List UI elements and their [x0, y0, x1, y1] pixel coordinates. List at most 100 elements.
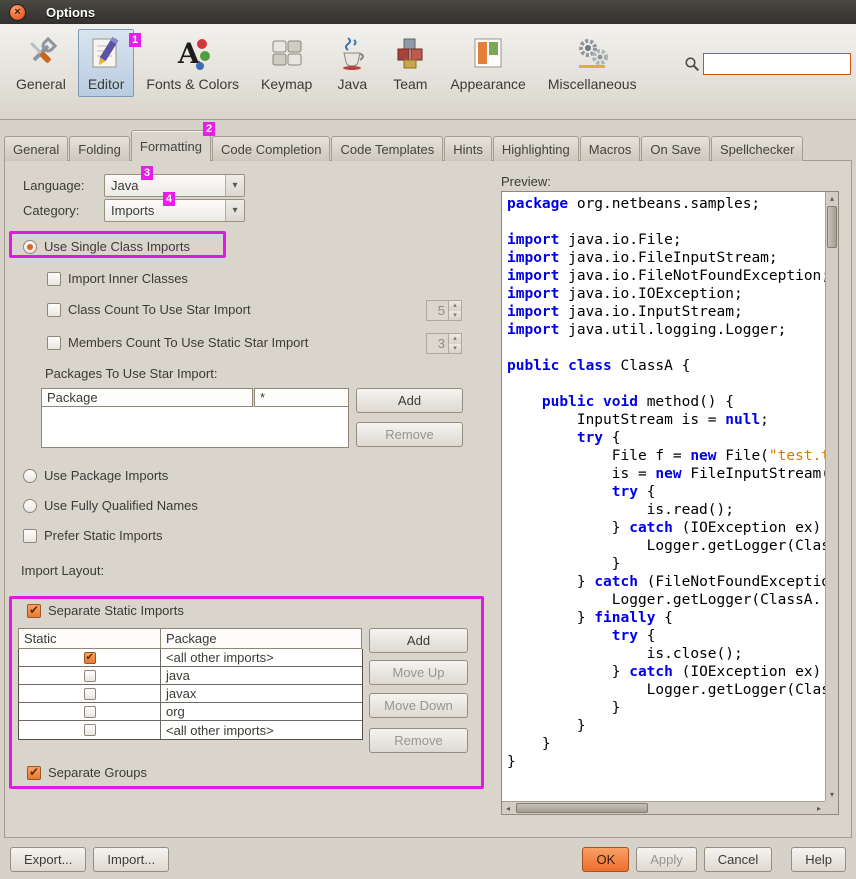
checkbox-icon[interactable] [27, 604, 41, 618]
column-header-package[interactable]: Package [41, 388, 253, 407]
tab-highlighting[interactable]: Highlighting [493, 136, 579, 161]
static-checkbox[interactable] [84, 652, 96, 664]
table-row[interactable]: java [19, 667, 362, 685]
toolbar-item-fonts-colors[interactable]: AFonts & Colors [136, 29, 249, 97]
tab-formatting[interactable]: Formatting [131, 130, 211, 161]
table-row[interactable]: javax [19, 685, 362, 703]
use-package-imports-radio[interactable]: Use Package Imports [23, 468, 168, 483]
use-fully-qualified-radio[interactable]: Use Fully Qualified Names [23, 498, 198, 513]
static-checkbox[interactable] [84, 724, 96, 736]
radio-icon[interactable] [23, 469, 37, 483]
close-button[interactable]: × [9, 4, 26, 21]
tab-spellchecker[interactable]: Spellchecker [711, 136, 803, 161]
ok-button[interactable]: OK [582, 847, 629, 872]
package-cell[interactable]: javax [161, 685, 362, 702]
cancel-button[interactable]: Cancel [704, 847, 772, 872]
toolbar-item-general[interactable]: General [6, 29, 76, 97]
static-checkbox[interactable] [84, 706, 96, 718]
package-cell[interactable]: org [161, 703, 362, 720]
table-row[interactable]: <all other imports> [19, 649, 362, 667]
apply-button[interactable]: Apply [636, 847, 697, 872]
toolbar-item-java[interactable]: Java [324, 29, 380, 97]
import-inner-classes-checkbox[interactable]: Import Inner Classes [47, 271, 188, 286]
spinner-up-icon[interactable]: ▴ [449, 334, 461, 344]
members-count-checkbox[interactable]: Members Count To Use Static Star Import [47, 335, 308, 350]
package-cell[interactable]: java [161, 667, 362, 684]
column-header-package[interactable]: Package [160, 628, 362, 649]
static-checkbox[interactable] [84, 670, 96, 682]
column-header-star[interactable]: * [254, 388, 349, 407]
horizontal-scrollbar[interactable]: ◂ ▸ [502, 801, 825, 814]
separate-groups-checkbox[interactable]: Separate Groups [27, 765, 147, 780]
checkbox-icon[interactable] [27, 766, 41, 780]
column-header-static[interactable]: Static [18, 628, 161, 649]
horizontal-scroll-thumb[interactable] [516, 803, 648, 813]
scroll-left-icon[interactable]: ◂ [502, 802, 514, 815]
import-button[interactable]: Import... [93, 847, 169, 872]
checkbox-icon[interactable] [47, 303, 61, 317]
spinner-buttons[interactable]: ▴▾ [448, 334, 461, 353]
scroll-right-icon[interactable]: ▸ [813, 802, 825, 815]
tab-general[interactable]: General [4, 136, 68, 161]
static-cell[interactable] [19, 667, 161, 684]
checkbox-icon[interactable] [47, 272, 61, 286]
toolbar-item-editor[interactable]: Editor [78, 29, 135, 97]
vertical-scrollbar[interactable]: ▴ ▾ [825, 192, 838, 801]
spinner-down-icon[interactable]: ▾ [449, 311, 461, 321]
package-cell[interactable]: <all other imports> [161, 721, 362, 739]
search-input[interactable] [703, 53, 851, 75]
static-cell[interactable] [19, 649, 161, 666]
scroll-down-icon[interactable]: ▾ [826, 788, 838, 801]
remove-button[interactable]: Remove [369, 728, 468, 753]
help-button[interactable]: Help [791, 847, 846, 872]
static-cell[interactable] [19, 703, 161, 720]
static-cell[interactable] [19, 721, 161, 739]
spinner-buttons[interactable]: ▴▾ [448, 301, 461, 320]
radio-icon[interactable] [23, 499, 37, 513]
prefer-static-imports-checkbox[interactable]: Prefer Static Imports [23, 528, 162, 543]
tab-macros[interactable]: Macros [580, 136, 641, 161]
use-package-imports-label: Use Package Imports [44, 468, 168, 483]
add-package-button[interactable]: Add [356, 388, 463, 413]
tab-code-completion[interactable]: Code Completion [212, 136, 330, 161]
table-row[interactable]: org [19, 703, 362, 721]
tab-code-templates[interactable]: Code Templates [331, 136, 443, 161]
add-button[interactable]: Add [369, 628, 468, 653]
spinner-value: 5 [427, 301, 448, 320]
scroll-up-icon[interactable]: ▴ [826, 192, 838, 205]
packages-star-table-body[interactable] [41, 407, 349, 448]
export-button[interactable]: Export... [10, 847, 86, 872]
spinner-down-icon[interactable]: ▾ [449, 344, 461, 354]
move-down-button[interactable]: Move Down [369, 693, 468, 718]
table-row[interactable]: <all other imports> [19, 721, 362, 739]
editor-icon [88, 35, 124, 71]
toolbar-item-label: Keymap [261, 76, 312, 92]
checkbox-icon[interactable] [47, 336, 61, 350]
chevron-down-icon[interactable]: ▾ [225, 200, 244, 221]
package-cell[interactable]: <all other imports> [161, 649, 362, 666]
chevron-down-icon[interactable]: ▾ [225, 175, 244, 196]
tab-hints[interactable]: Hints [444, 136, 492, 161]
radio-icon[interactable] [23, 240, 37, 254]
toolbar-item-miscellaneous[interactable]: Miscellaneous [538, 29, 647, 97]
class-count-checkbox[interactable]: Class Count To Use Star Import [47, 302, 251, 317]
use-single-class-imports-radio[interactable]: Use Single Class Imports [23, 239, 190, 254]
vertical-scroll-thumb[interactable] [827, 206, 837, 248]
tab-folding[interactable]: Folding [69, 136, 130, 161]
layout-table-body: <all other imports>javajavaxorg<all othe… [18, 649, 363, 740]
static-cell[interactable] [19, 685, 161, 702]
remove-package-button[interactable]: Remove [356, 422, 463, 447]
spinner-up-icon[interactable]: ▴ [449, 301, 461, 311]
code-area[interactable]: package org.netbeans.samples; import jav… [502, 192, 825, 801]
category-label: Category: [23, 203, 79, 218]
move-up-button[interactable]: Move Up [369, 660, 468, 685]
toolbar-item-appearance[interactable]: Appearance [440, 29, 536, 97]
separate-static-imports-checkbox[interactable]: Separate Static Imports [27, 603, 184, 618]
language-combo[interactable]: Java ▾ [104, 174, 245, 197]
category-combo[interactable]: Imports ▾ [104, 199, 245, 222]
toolbar-item-keymap[interactable]: Keymap [251, 29, 322, 97]
toolbar-item-team[interactable]: Team [382, 29, 438, 97]
tab-on-save[interactable]: On Save [641, 136, 710, 161]
checkbox-icon[interactable] [23, 529, 37, 543]
static-checkbox[interactable] [84, 688, 96, 700]
